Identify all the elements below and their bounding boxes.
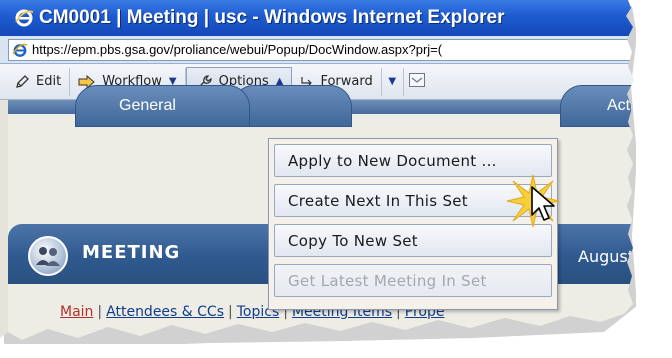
address-url: https://epm.pbs.gsa.gov/proliance/webui/… [32,42,443,57]
tab-activity-label: Activi [607,97,646,114]
tab-general[interactable]: General [75,85,250,127]
page-icon [12,41,28,58]
meeting-people-icon [28,236,68,276]
edit-button[interactable]: Edit [6,67,71,96]
link-attendees[interactable]: Attendees & CCs [106,304,224,320]
window-title-bar: CM0001 | Meeting | usc - Windows Interne… [0,0,634,36]
tab-general-label: General [119,97,176,114]
edit-label: Edit [36,74,62,89]
forward-dropdown-button[interactable]: ▼ [382,67,404,96]
mouse-cursor-icon [531,186,555,221]
mail-icon [408,72,426,92]
link-separator: | [97,304,103,320]
internet-explorer-icon [14,8,34,28]
menu-item-get-latest-meeting: Get Latest Meeting In Set [274,264,552,297]
menu-item-label: Apply to New Document ... [288,151,497,170]
menu-item-label: Get Latest Meeting In Set [288,271,487,290]
menu-item-label: Copy To New Set [288,231,418,250]
address-input[interactable]: https://epm.pbs.gsa.gov/proliance/webui/… [8,38,634,61]
tab-activity[interactable]: Activi [560,85,646,127]
pencil-icon [14,74,30,90]
window-title: CM0001 | Meeting | usc - Windows Interne… [39,7,505,28]
page-title: MEETING [82,242,181,263]
tab-secondary[interactable] [232,85,352,127]
link-main[interactable]: Main [60,304,93,320]
screenshot-frame: CM0001 | Meeting | usc - Windows Interne… [0,0,646,340]
link-separator: | [228,304,233,320]
chevron-down-icon: ▼ [388,76,397,87]
address-bar: https://epm.pbs.gsa.gov/proliance/webui/… [0,36,634,64]
menu-item-label: Create Next In This Set [288,191,468,210]
mail-button[interactable] [404,68,430,96]
